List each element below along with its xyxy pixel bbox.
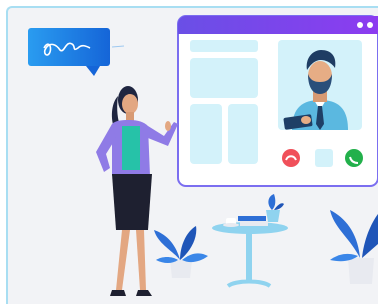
video-toggle-icon <box>315 149 333 167</box>
chat-bubble-icon <box>28 28 125 76</box>
end-call-icon <box>282 149 300 167</box>
plant-icon <box>330 210 378 284</box>
woman-figure <box>96 86 178 296</box>
table-icon <box>212 194 288 288</box>
video-call-illustration <box>28 15 378 296</box>
books-icon <box>238 216 268 226</box>
illustration-frame <box>0 0 378 304</box>
plant-icon <box>154 226 208 278</box>
window-dot-icon <box>357 22 363 28</box>
window-dot-icon <box>367 22 373 28</box>
video-call-window <box>177 15 378 187</box>
accept-call-icon <box>345 149 363 167</box>
